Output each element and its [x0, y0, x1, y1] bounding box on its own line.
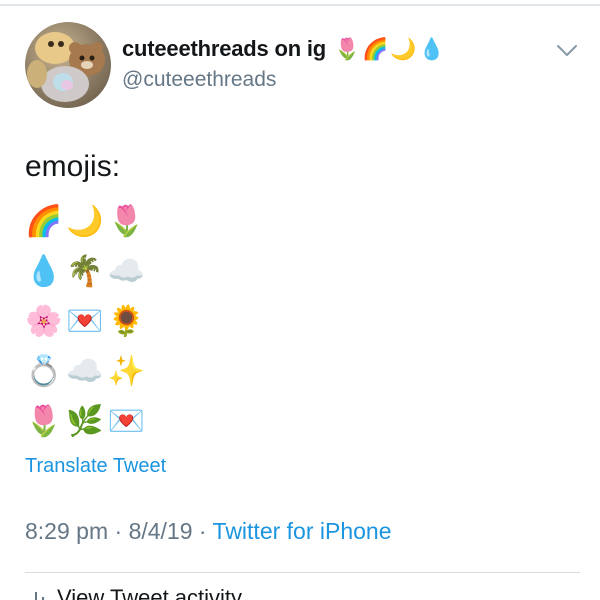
top-divider: [0, 4, 600, 6]
tweet-detail-page: cuteeethreads on ig 🌷🌈🌙💧 @cuteeethreads …: [0, 0, 600, 600]
avatar-image: [27, 32, 105, 102]
emoji-line: 🌸💌🌻: [25, 303, 150, 339]
view-tweet-activity-label: View Tweet activity: [57, 585, 243, 600]
author-name-row[interactable]: cuteeethreads on ig 🌷🌈🌙💧: [122, 36, 447, 62]
bar-chart-icon: [25, 588, 47, 600]
author-name-emojis: 🌷🌈🌙💧: [334, 36, 447, 61]
meta-separator: ·: [192, 518, 213, 544]
tweet-emoji-list: 🌈🌙🌷 💧🌴☁️ 🌸💌🌻 💍☁️✨ 🌷🌿💌: [25, 196, 149, 446]
tweet-text-heading: emojis:: [25, 150, 121, 183]
tweet-meta: 8:29 pm · 8/4/19 · Twitter for iPhone: [25, 518, 392, 545]
emoji-line: 💧🌴☁️: [25, 253, 150, 289]
emoji-line: 🌈🌙🌷: [25, 203, 150, 239]
tweet-date[interactable]: 8/4/19: [129, 518, 193, 544]
tweet-time[interactable]: 8:29 pm: [25, 518, 108, 544]
chevron-down-icon[interactable]: [556, 44, 578, 58]
author-display-name[interactable]: cuteeethreads on ig: [122, 36, 326, 62]
tweet-source-link[interactable]: Twitter for iPhone: [213, 518, 392, 544]
bottom-divider: [25, 572, 580, 573]
meta-separator: ·: [108, 518, 129, 544]
avatar[interactable]: [25, 22, 111, 108]
view-tweet-activity-link[interactable]: View Tweet activity: [25, 585, 242, 600]
emoji-line: 🌷🌿💌: [25, 403, 150, 439]
author-handle[interactable]: @cuteeethreads: [122, 68, 276, 92]
emoji-line: 💍☁️✨: [25, 353, 150, 389]
translate-tweet-link[interactable]: Translate Tweet: [25, 455, 166, 478]
